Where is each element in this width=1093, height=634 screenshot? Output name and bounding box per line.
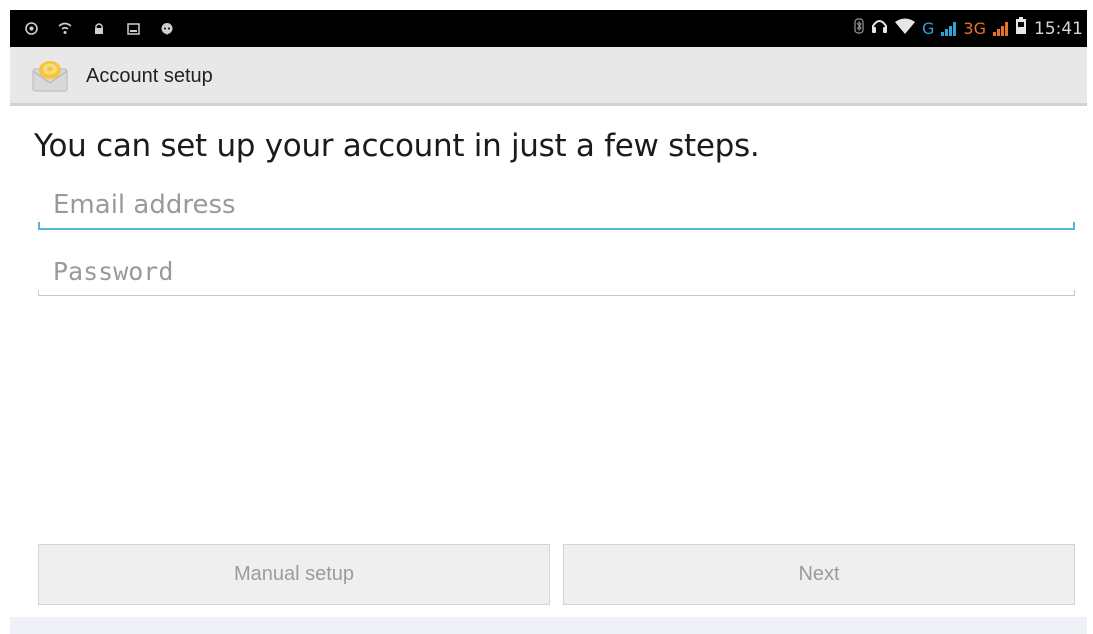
password-input[interactable] xyxy=(38,248,1075,294)
email-underline-right xyxy=(1073,222,1075,230)
frame-left xyxy=(0,0,10,634)
password-field[interactable] xyxy=(38,248,1075,296)
lock-icon xyxy=(92,22,106,36)
setup-headline: You can set up your account in just a fe… xyxy=(34,128,760,164)
chat-icon xyxy=(160,22,174,36)
status-bar: G 3G 15:41 xyxy=(10,10,1087,47)
wifi-notification-icon xyxy=(58,22,72,36)
status-notifications xyxy=(24,10,174,47)
status-time: 15:41 xyxy=(1034,18,1083,39)
battery-icon xyxy=(1015,17,1027,40)
wifi-icon xyxy=(895,18,916,39)
manual-setup-button[interactable]: Manual setup xyxy=(38,544,550,605)
next-button[interactable]: Next xyxy=(563,544,1075,605)
network-g-label: G xyxy=(922,19,935,38)
status-system: G 3G 15:41 xyxy=(854,10,1083,47)
signal-icon-secondary xyxy=(993,21,1008,36)
email-app-icon[interactable] xyxy=(30,59,70,93)
headset-icon xyxy=(871,18,888,40)
bluetooth-icon xyxy=(854,18,864,39)
email-input[interactable] xyxy=(38,182,1075,228)
notification-icon xyxy=(24,22,38,36)
action-bar-title: Account setup xyxy=(86,65,213,87)
photo-icon xyxy=(126,22,140,36)
password-underline-right xyxy=(1074,290,1075,296)
signal-icon xyxy=(941,21,957,36)
bottom-strip xyxy=(10,617,1087,634)
action-bar: Account setup xyxy=(10,47,1087,106)
email-underline-left xyxy=(38,222,40,230)
password-underline-left xyxy=(38,290,39,296)
frame-right xyxy=(1087,0,1093,634)
network-3g-label: 3G xyxy=(963,19,986,38)
email-field[interactable] xyxy=(38,182,1075,230)
